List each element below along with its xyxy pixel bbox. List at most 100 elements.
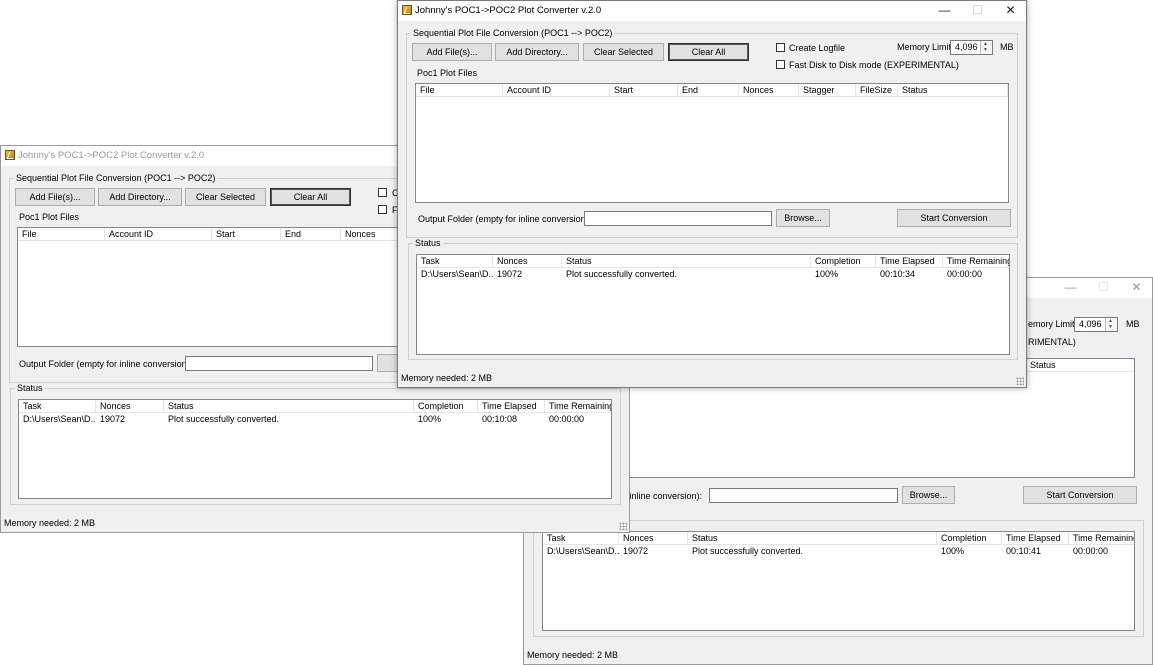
list-header: Task Nonces Status Completion Time Elaps… <box>417 255 1009 268</box>
column-header-nonces[interactable]: Nonces <box>619 532 688 544</box>
add-files-button[interactable]: Add File(s)... <box>412 43 492 61</box>
clear-selected-button[interactable]: Clear Selected <box>583 43 664 61</box>
clear-all-button[interactable]: Clear All <box>668 43 749 61</box>
column-header-end[interactable]: End <box>678 84 739 96</box>
column-header-time-elapsed[interactable]: Time Elapsed <box>1002 532 1069 544</box>
column-header-file[interactable]: File <box>18 228 105 240</box>
memory-needed-text: Memory needed: 2 MB <box>4 518 96 528</box>
column-header-task[interactable]: Task <box>417 255 493 267</box>
column-header-start[interactable]: Start <box>610 84 678 96</box>
output-folder-label: Output Folder (empty for inline conversi… <box>418 214 592 224</box>
task-cell: D:\Users\Sean\D... <box>547 546 619 556</box>
status-group-label: Status <box>15 383 45 393</box>
column-header-time-remaining[interactable]: Time Remaining <box>545 400 611 412</box>
maximize-button[interactable]: ☐ <box>1087 278 1120 298</box>
fast-disk-mode-label: RIMENTAL) <box>1028 337 1076 347</box>
nonces-cell: 19072 <box>497 269 523 279</box>
browse-button[interactable]: Browse... <box>776 209 830 227</box>
fast-disk-mode-checkbox[interactable] <box>378 205 387 214</box>
maximize-button[interactable]: ☐ <box>961 1 994 21</box>
create-logfile-checkbox[interactable] <box>776 43 785 52</box>
column-header-status[interactable]: Status <box>1026 359 1134 371</box>
column-header-completion[interactable]: Completion <box>937 532 1002 544</box>
minimize-button[interactable]: — <box>928 1 961 21</box>
status-list[interactable]: Task Nonces Status Completion Time Elaps… <box>18 399 612 499</box>
column-header-completion[interactable]: Completion <box>811 255 876 267</box>
clear-selected-button[interactable]: Clear Selected <box>185 188 266 206</box>
status-cell: Plot successfully converted. <box>566 269 678 279</box>
elapsed-cell: 00:10:08 <box>482 414 518 424</box>
clear-all-button[interactable]: Clear All <box>270 188 351 206</box>
add-directory-button[interactable]: Add Directory... <box>495 43 579 61</box>
window-title: Johnny's POC1->POC2 Plot Converter v.2.0 <box>18 150 205 161</box>
elapsed-cell: 00:10:34 <box>880 269 916 279</box>
memory-limit-spinner[interactable]: 4,096 ▲ ▼ <box>950 40 993 55</box>
column-header-time-elapsed[interactable]: Time Elapsed <box>876 255 943 267</box>
status-group: Status Task Nonces Status Completion Tim… <box>408 238 1018 360</box>
browse-button[interactable]: Browse... <box>902 486 955 504</box>
memory-limit-label: emory Limit <box>1028 319 1075 329</box>
column-header-status[interactable]: Status <box>562 255 811 267</box>
status-group: Status Task Nonces Status Completion Tim… <box>10 383 621 505</box>
memory-needed-text: Memory needed: 2 MB <box>401 373 493 383</box>
resize-grip-icon[interactable] <box>619 522 627 530</box>
column-header-status[interactable]: Status <box>688 532 937 544</box>
app-icon <box>5 150 15 160</box>
status-list[interactable]: Task Nonces Status Completion Time Elaps… <box>416 254 1010 355</box>
status-list[interactable]: Task Nonces Status Completion Time Elaps… <box>542 531 1135 631</box>
column-header-file[interactable]: File <box>416 84 503 96</box>
column-header-task[interactable]: Task <box>543 532 619 544</box>
column-header-account-id[interactable]: Account ID <box>503 84 610 96</box>
plot-files-list[interactable]: File Account ID Start End Nonces Stagger… <box>415 83 1009 203</box>
add-directory-button[interactable]: Add Directory... <box>98 188 182 206</box>
column-header-filesize[interactable]: FileSize <box>856 84 898 96</box>
nonces-cell: 19072 <box>100 414 126 424</box>
column-header-nonces[interactable]: Nonces <box>341 228 401 240</box>
column-header-nonces[interactable]: Nonces <box>493 255 562 267</box>
memory-limit-spinner[interactable]: 4,096 ▲ ▼ <box>1074 317 1118 332</box>
column-header-completion[interactable]: Completion <box>414 400 478 412</box>
column-header-time-remaining[interactable]: Time Remaining <box>943 255 1009 267</box>
create-logfile-checkbox[interactable] <box>378 188 387 197</box>
output-folder-input[interactable] <box>584 211 772 226</box>
app-icon <box>402 5 412 15</box>
output-folder-input[interactable] <box>185 356 373 371</box>
status-bar: Memory needed: 2 MB <box>398 370 1026 387</box>
column-header-task[interactable]: Task <box>19 400 96 412</box>
create-logfile-label: Create Logfile <box>789 43 846 53</box>
spinner-arrows-icon[interactable]: ▲ ▼ <box>1105 318 1117 331</box>
close-button[interactable]: ✕ <box>1120 278 1152 298</box>
nonces-cell: 19072 <box>623 546 649 556</box>
fast-disk-mode-checkbox[interactable] <box>776 60 785 69</box>
minimize-button[interactable]: — <box>1054 278 1087 298</box>
fast-disk-mode-label: Fast Disk to Disk mode (EXPERIMENTAL) <box>789 60 959 70</box>
column-header-stagger[interactable]: Stagger <box>799 84 856 96</box>
converter-window-top[interactable]: Johnny's POC1->POC2 Plot Converter v.2.0… <box>397 0 1027 388</box>
column-header-time-elapsed[interactable]: Time Elapsed <box>478 400 545 412</box>
column-header-start[interactable]: Start <box>212 228 281 240</box>
column-header-time-remaining[interactable]: Time Remaining <box>1069 532 1134 544</box>
resize-grip-icon[interactable] <box>1016 377 1024 385</box>
list-header: File Account ID Start End Nonces Stagger… <box>416 84 1008 97</box>
column-header-end[interactable]: End <box>281 228 341 240</box>
column-header-nonces[interactable]: Nonces <box>739 84 799 96</box>
memory-unit-label: MB <box>1000 42 1014 52</box>
remaining-cell: 00:00:00 <box>549 414 585 424</box>
column-header-account-id[interactable]: Account ID <box>105 228 212 240</box>
memory-limit-label: Memory Limit <box>897 42 952 52</box>
start-conversion-button[interactable]: Start Conversion <box>1023 486 1137 504</box>
output-folder-label: Output Folder (empty for inline conversi… <box>19 359 193 369</box>
column-header-status[interactable]: Status <box>164 400 414 412</box>
output-folder-input[interactable] <box>709 488 898 503</box>
completion-cell: 100% <box>418 414 442 424</box>
add-files-button[interactable]: Add File(s)... <box>15 188 95 206</box>
start-conversion-button[interactable]: Start Conversion <box>897 209 1011 227</box>
memory-unit-label: MB <box>1126 319 1140 329</box>
title-bar[interactable]: Johnny's POC1->POC2 Plot Converter v.2.0… <box>398 1 1026 21</box>
close-button[interactable]: ✕ <box>994 1 1026 21</box>
list-header: Task Nonces Status Completion Time Elaps… <box>543 532 1134 545</box>
column-header-nonces[interactable]: Nonces <box>96 400 164 412</box>
status-bar: Memory needed: 2 MB <box>1 515 629 532</box>
spinner-arrows-icon[interactable]: ▲ ▼ <box>980 41 992 54</box>
column-header-status[interactable]: Status <box>898 84 1008 96</box>
